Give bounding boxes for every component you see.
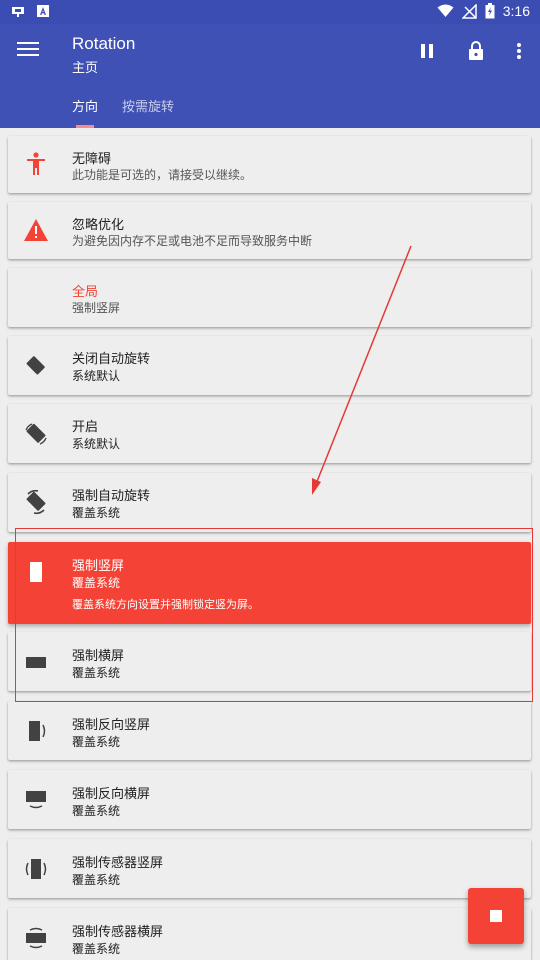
- app-subtitle: 主页: [72, 61, 99, 76]
- more-vert-icon: [517, 43, 521, 59]
- card-subtitle: 系统默认: [72, 369, 121, 383]
- menu-button[interactable]: [14, 38, 42, 66]
- card-title: 忽略优化: [72, 218, 125, 233]
- card-title: 强制横屏: [72, 649, 125, 664]
- card-force-sensor-portrait[interactable]: 强制传感器竖屏 覆盖系统: [8, 839, 531, 898]
- lock-button[interactable]: [463, 38, 489, 64]
- card-subtitle: 强制竖屏: [72, 301, 121, 315]
- more-options-button[interactable]: [506, 38, 532, 64]
- card-subtitle: 覆盖系统: [72, 804, 121, 818]
- card-force-portrait[interactable]: 强制竖屏 覆盖系统 覆盖系统方向设置并强制锁定竖为屏。: [8, 542, 531, 624]
- stop-fab-button[interactable]: [468, 888, 524, 944]
- sensor-portrait-icon: [22, 855, 50, 883]
- card-description: 覆盖系统方向设置并强制锁定竖为屏。: [72, 598, 259, 611]
- portrait-icon: [22, 558, 50, 586]
- card-title: 强制反向横屏: [72, 787, 151, 802]
- status-bar: 3:16: [0, 0, 540, 24]
- card-force-reverse-landscape[interactable]: 强制反向横屏 覆盖系统: [8, 770, 531, 829]
- tab-direction[interactable]: 方向: [72, 96, 98, 115]
- card-force-auto-rotate[interactable]: 强制自动旋转 覆盖系统: [8, 473, 531, 532]
- card-subtitle: 覆盖系统: [72, 873, 121, 887]
- wifi-icon: [437, 4, 454, 17]
- card-title: 强制自动旋转: [72, 489, 151, 504]
- card-title: 开启: [72, 420, 99, 435]
- tab-indicator: [76, 125, 94, 128]
- battery-icon: [485, 3, 495, 19]
- app-notification-icon: [12, 7, 24, 17]
- force-auto-rotate-icon: [22, 488, 50, 516]
- card-force-reverse-portrait[interactable]: 强制反向竖屏 覆盖系统: [8, 701, 531, 760]
- card-subtitle: 系统默认: [72, 437, 121, 451]
- lock-icon: [469, 41, 483, 60]
- reverse-portrait-icon: [22, 717, 50, 745]
- card-title: 强制传感器横屏: [72, 925, 164, 940]
- stop-icon: [490, 910, 502, 922]
- pause-icon: [421, 44, 433, 58]
- auto-rotate-icon: [22, 420, 50, 448]
- card-force-landscape[interactable]: 强制横屏 覆盖系统: [8, 632, 531, 691]
- clock: 3:16: [502, 3, 530, 19]
- card-title: 强制反向竖屏: [72, 718, 151, 733]
- card-ignore-optimization[interactable]: 忽略优化 为避免因内存不足或电池不足而导致服务中断: [8, 202, 531, 259]
- app-notification-icon: [37, 5, 49, 17]
- card-force-sensor-landscape[interactable]: 强制传感器横屏 覆盖系统: [8, 908, 531, 960]
- card-auto-rotate-off[interactable]: 关闭自动旋转 系统默认: [8, 336, 531, 395]
- warning-icon: [22, 216, 50, 244]
- card-subtitle: 此功能是可选的，请接受以继续。: [72, 168, 253, 182]
- pause-button[interactable]: [414, 38, 440, 64]
- app-title: Rotation: [72, 34, 136, 53]
- rotation-lock-icon: [22, 351, 50, 379]
- card-subtitle: 覆盖系统: [72, 666, 121, 680]
- menu-icon-line: [17, 48, 39, 50]
- tab-on-demand-rotation[interactable]: 按需旋转: [122, 96, 174, 115]
- reverse-landscape-icon: [22, 786, 50, 814]
- card-subtitle: 覆盖系统: [72, 576, 121, 590]
- card-subtitle: 覆盖系统: [72, 506, 121, 520]
- signal-icon: [461, 3, 477, 19]
- card-title: 关闭自动旋转: [72, 352, 151, 367]
- menu-icon: [17, 42, 39, 44]
- card-title: 全局: [72, 285, 99, 300]
- card-title: 无障碍: [72, 152, 112, 167]
- card-accessibility[interactable]: 无障碍 此功能是可选的，请接受以继续。: [8, 136, 531, 193]
- menu-icon-line: [17, 54, 39, 56]
- card-auto-rotate-on[interactable]: 开启 系统默认: [8, 404, 531, 463]
- card-title: 强制传感器竖屏: [72, 856, 164, 871]
- card-subtitle: 覆盖系统: [72, 735, 121, 749]
- card-title: 强制竖屏: [72, 559, 125, 574]
- sensor-landscape-icon: [22, 924, 50, 952]
- app-bar: Rotation 主页 方向 按需旋转: [0, 24, 540, 128]
- card-global[interactable]: 全局 强制竖屏: [8, 268, 531, 327]
- card-subtitle: 为避免因内存不足或电池不足而导致服务中断: [72, 234, 313, 248]
- landscape-icon: [22, 648, 50, 676]
- card-subtitle: 覆盖系统: [72, 942, 121, 956]
- accessibility-icon: [22, 150, 50, 178]
